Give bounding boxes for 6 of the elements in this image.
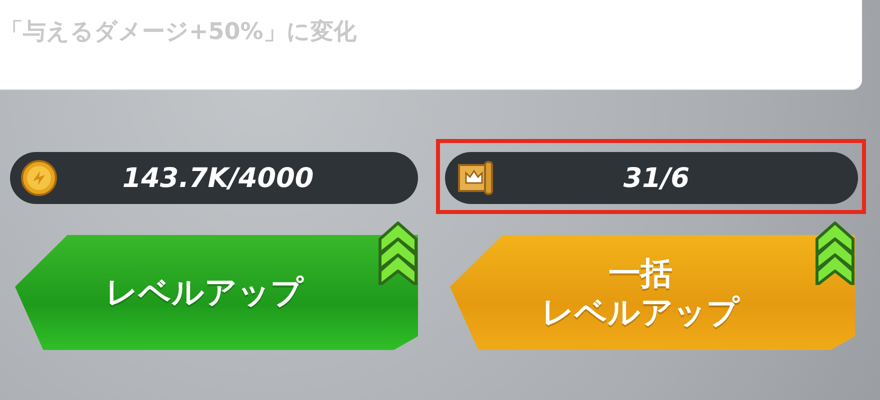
level-up-button[interactable]: レベルアップ xyxy=(15,235,418,350)
coin-icon xyxy=(20,159,58,197)
scroll-icon xyxy=(455,159,495,197)
amount-text: 143.7K/4000 xyxy=(121,162,315,194)
amount-text: 31/6 xyxy=(622,162,691,194)
level-up-button[interactable]: 一括 レベルアップ xyxy=(450,235,855,350)
